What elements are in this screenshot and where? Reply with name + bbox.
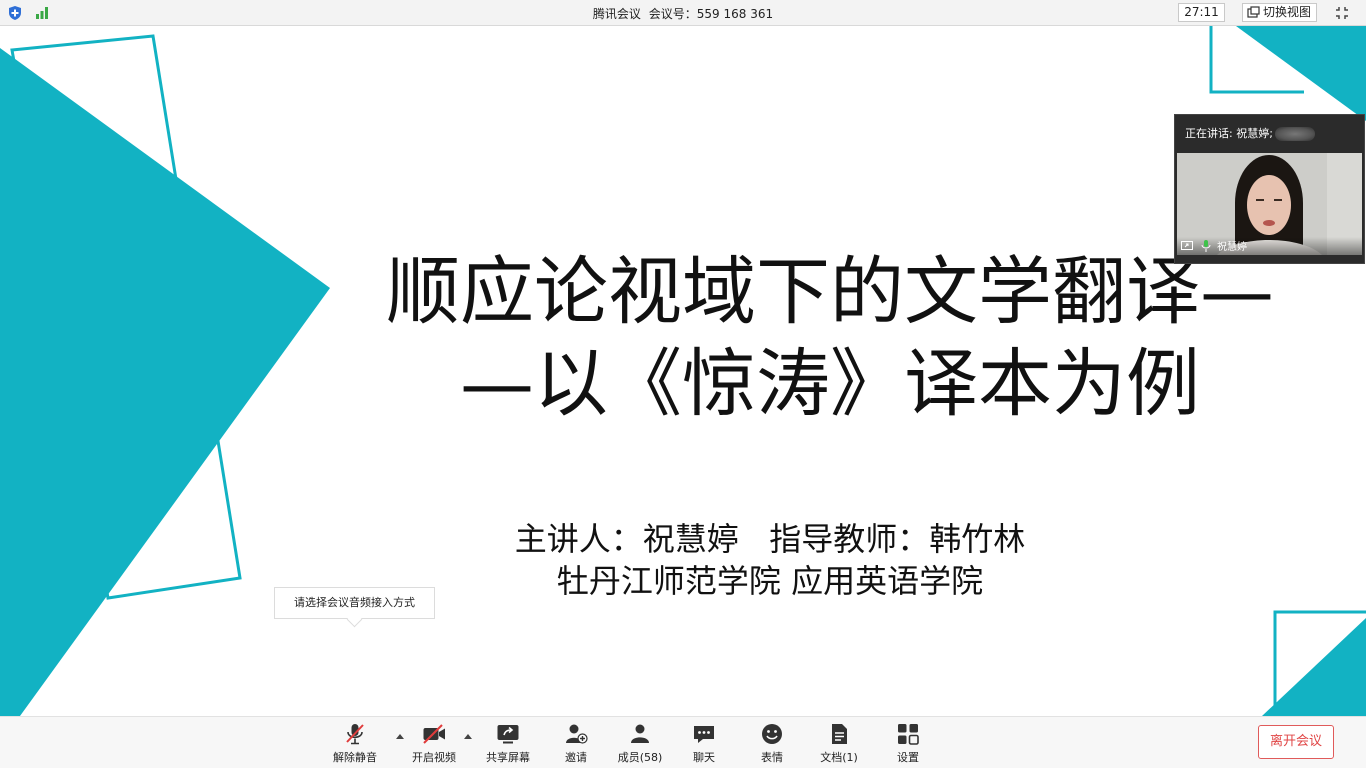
switch-view-button[interactable]: 切换视图 <box>1242 3 1317 22</box>
documents-label: 文档(1) <box>820 751 858 764</box>
mic-active-icon <box>1201 240 1211 252</box>
smiley-icon <box>762 724 782 744</box>
chat-label: 聊天 <box>693 751 715 764</box>
document-icon <box>832 724 847 744</box>
members-icon <box>631 724 649 743</box>
video-name-bar: 祝慧婷 <box>1177 237 1362 255</box>
share-screen-label: 共享屏幕 <box>486 751 530 764</box>
video-options-caret-icon[interactable] <box>463 732 473 740</box>
unmute-button[interactable]: 解除静音 <box>320 723 390 767</box>
app-name: 腾讯会议 <box>592 7 641 21</box>
members-button[interactable]: 成员(58) <box>605 723 675 767</box>
invite-label: 邀请 <box>565 751 587 764</box>
participant-video[interactable]: 祝慧婷 <box>1177 153 1362 255</box>
members-label: 成员(58) <box>617 751 663 764</box>
slide-subtitle: 主讲人：祝慧婷 指导教师：韩竹林 牡丹江师范学院 应用英语学院 <box>430 518 1110 602</box>
mic-muted-icon <box>346 724 364 745</box>
invite-button[interactable]: 邀请 <box>541 723 611 767</box>
shared-slide: 顺应论视域下的文学翻译— —以《惊涛》译本为例 主讲人：祝慧婷 指导教师：韩竹林… <box>0 26 1366 716</box>
leave-meeting-button[interactable]: 离开会议 <box>1258 725 1334 759</box>
switch-view-icon <box>1247 6 1260 18</box>
start-video-label: 开启视频 <box>412 751 456 764</box>
share-screen-icon <box>497 725 519 744</box>
meeting-title: 腾讯会议 会议号：559 168 361 <box>0 5 1366 22</box>
slide-title: 顺应论视域下的文学翻译— —以《惊涛》译本为例 <box>350 246 1310 430</box>
participant-name: 祝慧婷 <box>1217 242 1247 253</box>
meeting-timer: 27:11 <box>1178 3 1225 22</box>
share-screen-button[interactable]: 共享屏幕 <box>473 723 543 767</box>
settings-grid-icon <box>898 724 919 745</box>
unmute-label: 解除静音 <box>333 751 377 764</box>
fullscreen-icon[interactable] <box>1334 5 1350 21</box>
slide-title-line2: —以《惊涛》译本为例 <box>460 341 1200 427</box>
chat-button[interactable]: 聊天 <box>669 723 739 767</box>
start-video-button[interactable]: 开启视频 <box>399 723 469 767</box>
speaker-video-panel[interactable]: 正在讲话: 祝慧婷; 祝慧婷 <box>1174 114 1365 264</box>
reactions-label: 表情 <box>761 751 783 764</box>
meeting-id: 会议号：559 168 361 <box>648 7 774 21</box>
institution-line: 牡丹江师范学院 应用英语学院 <box>556 562 984 600</box>
blurred-name <box>1274 127 1315 141</box>
presenter-line: 主讲人：祝慧婷 指导教师：韩竹林 <box>514 520 1026 558</box>
title-bar: 腾讯会议 会议号：559 168 361 27:11 切换视图 <box>0 0 1366 26</box>
switch-view-label: 切换视图 <box>1263 5 1312 19</box>
settings-label: 设置 <box>897 751 919 764</box>
speaking-indicator: 正在讲话: 祝慧婷; <box>1185 125 1315 141</box>
audio-tooltip: 请选择会议音频接入方式 <box>274 587 435 619</box>
speaking-label: 正在讲话: 祝慧婷; <box>1185 127 1273 140</box>
add-user-icon <box>566 724 588 744</box>
camera-off-icon <box>423 724 445 744</box>
chat-icon <box>694 726 714 743</box>
reactions-button[interactable]: 表情 <box>737 723 807 767</box>
slide-title-line1: 顺应论视域下的文学翻译— <box>386 249 1274 335</box>
settings-button[interactable]: 设置 <box>873 723 943 767</box>
documents-button[interactable]: 文档(1) <box>804 723 874 767</box>
meeting-toolbar: 解除静音 开启视频 共享屏幕 邀请 成员(58) 聊天 表情 文档(1) 设置 … <box>0 716 1366 768</box>
screen-share-icon <box>1181 241 1193 250</box>
